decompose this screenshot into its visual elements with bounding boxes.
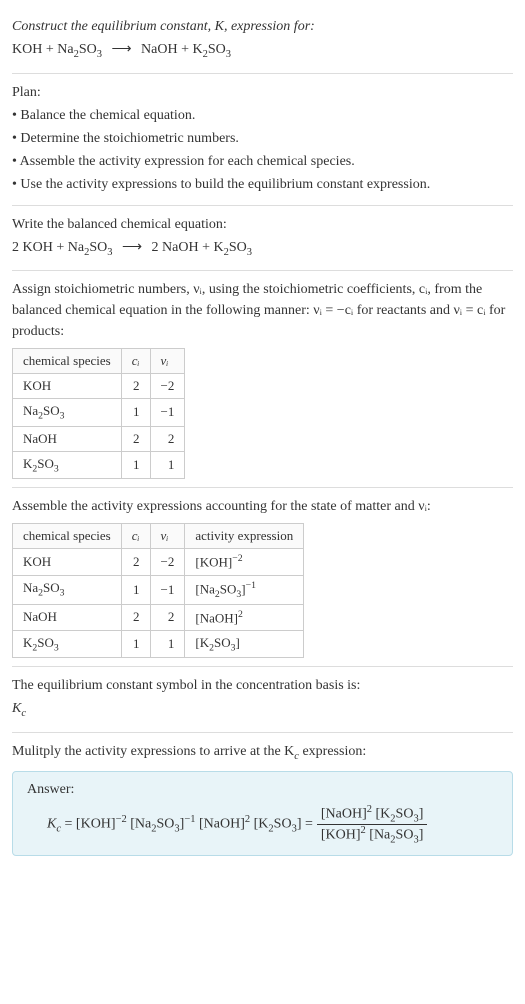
activity-intro: Assemble the activity expressions accoun…	[12, 496, 513, 517]
arrow-icon: ⟶	[111, 42, 131, 57]
fraction: [NaOH]2 [K2SO3] [KOH]2 [Na2SO3]	[317, 804, 427, 846]
numerator: [NaOH]2 [K2SO3]	[317, 804, 427, 825]
table-header-row: chemical species cᵢ νᵢ	[13, 349, 185, 374]
table-row: K2SO3 1 1 [K2SO3]	[13, 630, 304, 658]
section-activity: Assemble the activity expressions accoun…	[12, 487, 513, 666]
section-stoich-numbers: Assign stoichiometric numbers, νᵢ, using…	[12, 270, 513, 487]
balanced-intro: Write the balanced chemical equation:	[12, 214, 513, 235]
section-multiply: Mulitply the activity expressions to arr…	[12, 732, 513, 864]
answer-box: Answer: Kc = [KOH]−2 [Na2SO3]−1 [NaOH]2 …	[12, 771, 513, 857]
plan-bullet-3: • Assemble the activity expression for e…	[12, 151, 513, 172]
activity-table: chemical species cᵢ νᵢ activity expressi…	[12, 523, 304, 658]
stoich-intro: Assign stoichiometric numbers, νᵢ, using…	[12, 279, 513, 342]
balanced-equation: 2 KOH + Na2SO3 ⟶ 2 NaOH + K2SO3	[12, 237, 513, 261]
denominator: [KOH]2 [Na2SO3]	[317, 825, 427, 845]
table-row: KOH 2 −2	[13, 374, 185, 399]
col-vi: νᵢ	[150, 524, 185, 549]
table-row: KOH 2 −2 [KOH]−2	[13, 549, 304, 575]
stoich-table: chemical species cᵢ νᵢ KOH 2 −2 Na2SO3 1…	[12, 348, 185, 479]
col-species: chemical species	[13, 524, 122, 549]
col-species: chemical species	[13, 349, 122, 374]
kc-symbol: Kc	[12, 698, 513, 722]
section-plan: Plan: • Balance the chemical equation. •…	[12, 73, 513, 205]
unbalanced-equation: KOH + Na2SO3 ⟶ NaOH + K2SO3	[12, 39, 513, 63]
plan-bullet-4: • Use the activity expressions to build …	[12, 174, 513, 195]
symbol-intro: The equilibrium constant symbol in the c…	[12, 675, 513, 696]
table-header-row: chemical species cᵢ νᵢ activity expressi…	[13, 524, 304, 549]
kc-expression: Kc = [KOH]−2 [Na2SO3]−1 [NaOH]2 [K2SO3] …	[27, 804, 498, 846]
plan-bullet-1: • Balance the chemical equation.	[12, 105, 513, 126]
table-row: NaOH 2 2 [NaOH]2	[13, 604, 304, 630]
table-row: NaOH 2 2	[13, 426, 185, 451]
multiply-intro: Mulitply the activity expressions to arr…	[12, 741, 513, 765]
plan-bullet-2: • Determine the stoichiometric numbers.	[12, 128, 513, 149]
section-balanced: Write the balanced chemical equation: 2 …	[12, 205, 513, 271]
section-construct: Construct the equilibrium constant, K, e…	[12, 8, 513, 73]
answer-label: Answer:	[27, 782, 498, 798]
plan-label: Plan:	[12, 82, 513, 103]
arrow-icon: ⟶	[122, 240, 142, 255]
col-vi: νᵢ	[150, 349, 185, 374]
table-row: K2SO3 1 1	[13, 451, 185, 479]
section-symbol: The equilibrium constant symbol in the c…	[12, 666, 513, 732]
col-ci: cᵢ	[121, 524, 150, 549]
table-row: Na2SO3 1 −1	[13, 399, 185, 427]
col-activity: activity expression	[185, 524, 304, 549]
construct-intro: Construct the equilibrium constant, K, e…	[12, 16, 513, 37]
table-row: Na2SO3 1 −1 [Na2SO3]−1	[13, 575, 304, 604]
col-ci: cᵢ	[121, 349, 150, 374]
